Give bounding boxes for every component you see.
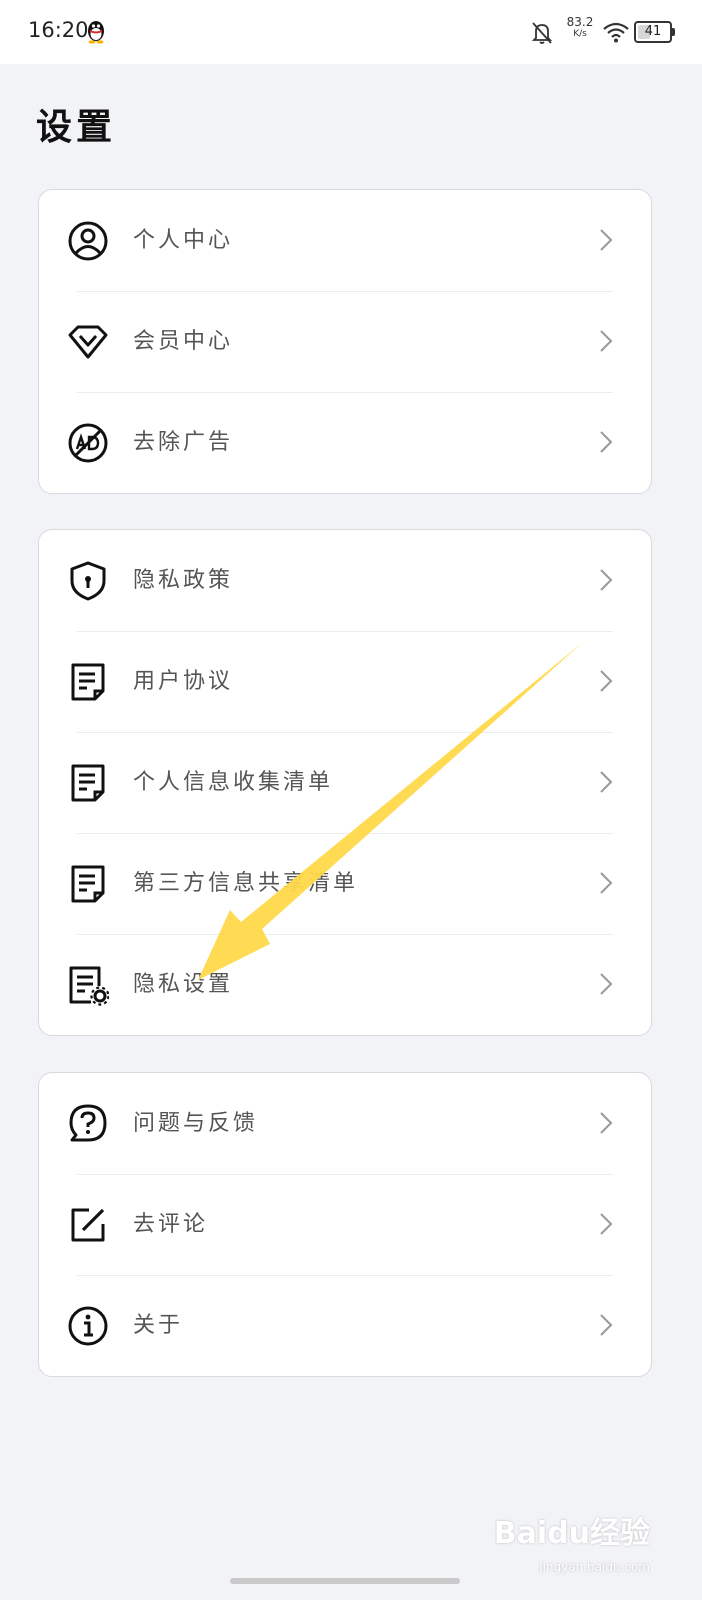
- settings-item-privacy-settings[interactable]: 隐私设置: [39, 934, 651, 1035]
- chevron-right-icon: [600, 1314, 613, 1336]
- question-bubble-icon: [69, 1104, 107, 1142]
- settings-item-vip-center[interactable]: 会员中心: [39, 291, 651, 392]
- settings-item-feedback[interactable]: 问题与反馈: [39, 1073, 651, 1174]
- network-speed-value: 83.2: [566, 15, 594, 29]
- settings-item-label: 隐私政策: [133, 568, 234, 593]
- info-icon: [68, 1306, 108, 1346]
- qq-icon: [88, 21, 104, 44]
- settings-item-label: 关于: [133, 1313, 184, 1338]
- edit-icon: [71, 1208, 105, 1242]
- settings-item-privacy-policy[interactable]: 隐私政策: [39, 530, 651, 631]
- settings-item-label: 去除广告: [133, 430, 234, 455]
- home-indicator[interactable]: [230, 1578, 460, 1584]
- settings-group-privacy: 隐私政策 用户协议 个人信息收集清单 第三方信息共享清单 隐私设置: [38, 529, 652, 1036]
- settings-item-label: 隐私设置: [133, 972, 234, 997]
- settings-item-label: 去评论: [133, 1212, 209, 1237]
- settings-item-label: 会员中心: [133, 329, 234, 354]
- chevron-right-icon: [600, 569, 613, 591]
- document-icon: [71, 663, 105, 701]
- chevron-right-icon: [600, 771, 613, 793]
- settings-item-label: 第三方信息共享清单: [133, 871, 359, 896]
- settings-item-personal-info-list[interactable]: 个人信息收集清单: [39, 732, 651, 833]
- settings-item-label: 个人中心: [133, 228, 234, 253]
- network-speed: 83.2 K/s: [562, 16, 598, 40]
- chevron-right-icon: [600, 229, 613, 251]
- wifi-icon: [603, 22, 629, 43]
- chevron-right-icon: [600, 330, 613, 352]
- watermark-logo: Baidu经验: [493, 1516, 650, 1551]
- chevron-right-icon: [600, 670, 613, 692]
- page-title: 设置: [36, 107, 117, 148]
- document-icon: [71, 865, 105, 903]
- document-gear-icon: [69, 966, 109, 1006]
- watermark-url: jingyan.baidu.com: [539, 1560, 650, 1574]
- status-bar: 16:20 83.2 K/s 41: [0, 0, 702, 64]
- settings-item-third-party-sharing-list[interactable]: 第三方信息共享清单: [39, 833, 651, 934]
- settings-item-label: 个人信息收集清单: [133, 770, 334, 795]
- settings-item-comment[interactable]: 去评论: [39, 1174, 651, 1275]
- chevron-right-icon: [600, 1112, 613, 1134]
- settings-group-account: 个人中心 会员中心 去除广告: [38, 189, 652, 494]
- settings-item-personal-center[interactable]: 个人中心: [39, 190, 651, 291]
- network-speed-unit: K/s: [573, 29, 587, 39]
- no-ad-icon: [68, 423, 108, 463]
- diamond-icon: [68, 325, 108, 359]
- settings-item-remove-ads[interactable]: 去除广告: [39, 392, 651, 493]
- shield-icon: [70, 561, 106, 601]
- chevron-right-icon: [600, 872, 613, 894]
- settings-item-label: 用户协议: [133, 669, 234, 694]
- chevron-right-icon: [600, 431, 613, 453]
- user-circle-icon: [68, 221, 108, 261]
- status-time: 16:20: [28, 18, 89, 42]
- document-icon: [71, 764, 105, 802]
- settings-item-about[interactable]: 关于: [39, 1275, 651, 1376]
- chevron-right-icon: [600, 973, 613, 995]
- settings-item-user-agreement[interactable]: 用户协议: [39, 631, 651, 732]
- battery-level: 41: [644, 24, 662, 39]
- chevron-right-icon: [600, 1213, 613, 1235]
- battery-icon: 41: [634, 21, 675, 43]
- settings-group-support: 问题与反馈 去评论 关于: [38, 1072, 652, 1377]
- bell-muted-icon: [531, 22, 553, 44]
- settings-item-label: 问题与反馈: [133, 1111, 259, 1136]
